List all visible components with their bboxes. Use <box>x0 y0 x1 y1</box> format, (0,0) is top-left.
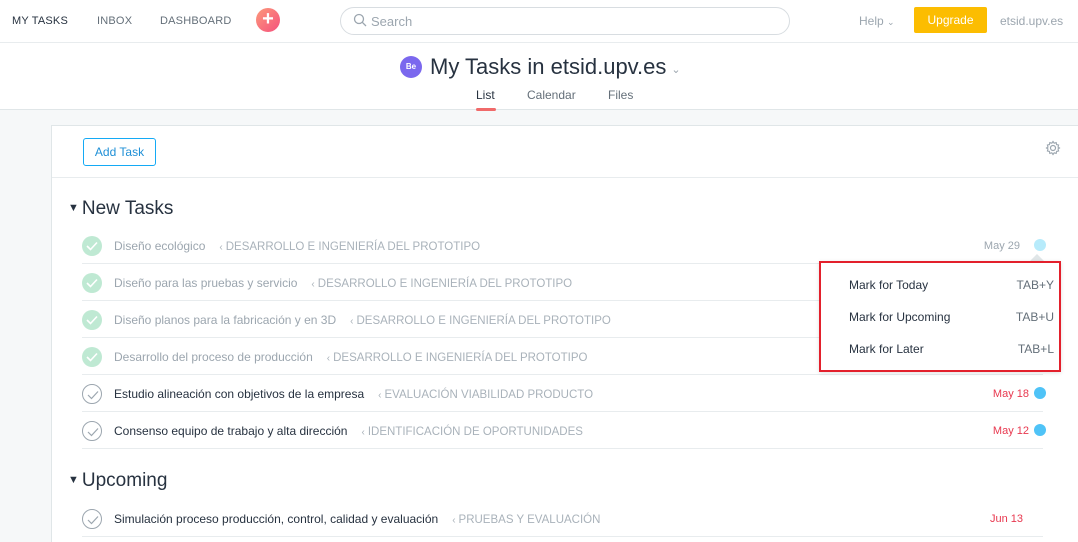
gear-icon[interactable] <box>1045 140 1063 158</box>
check-icon[interactable] <box>82 421 102 441</box>
task-title: Diseño para las pruebas y servicio ‹ DESAR… <box>114 276 572 290</box>
search-bar[interactable] <box>340 7 790 35</box>
task-row[interactable]: Simulación proceso producción, control, … <box>82 501 1043 537</box>
task-name: Consenso equipo de trabajo y alta direcc… <box>114 424 348 438</box>
task-project-label: DESARROLLO E INGENIERÍA DEL PROTOTIPO <box>225 241 481 253</box>
task-name: Diseño ecológico <box>114 239 206 253</box>
nav-inbox[interactable]: INBOX <box>97 15 132 27</box>
task-project[interactable]: ‹ DESARROLLO E INGENIERÍA DEL PROTOTIPO <box>327 352 588 364</box>
task-project-label: DESARROLLO E INGENIERÍA DEL PROTOTIPO <box>333 352 588 364</box>
plus-icon: + <box>262 8 274 30</box>
triangle-down-icon: ▼ <box>68 474 79 486</box>
chevron-down-icon: ⌄ <box>887 17 895 27</box>
task-title: Diseño ecológico ‹ DESARROLLO E INGENIERÍA… <box>114 239 480 253</box>
task-title: Consenso equipo de trabajo y alta direcc… <box>114 424 583 438</box>
nav-my-tasks[interactable]: MY TASKS <box>12 15 68 27</box>
triangle-down-icon: ▼ <box>68 202 79 214</box>
task-title: Diseño planos para la fabricación y en 3… <box>114 313 611 327</box>
tab-calendar[interactable]: Calendar <box>527 88 576 102</box>
task-project-label: PRUEBAS Y EVALUACIÓN <box>458 514 601 526</box>
shortcut-hint: TAB+L <box>1017 342 1054 356</box>
task-project-label: IDENTIFICACIÓN DE OPORTUNIDADES <box>367 426 583 438</box>
task-project-label: DESARROLLO E INGENIERÍA DEL PROTOTIPO <box>356 315 611 327</box>
page-title: My Tasks in etsid.upv.es <box>430 54 667 79</box>
task-project[interactable]: ‹ DESARROLLO E INGENIERÍA DEL PROTOTIPO <box>350 315 611 327</box>
menu-item-mark-today[interactable]: Mark for Today TAB+Y <box>849 278 1054 298</box>
task-row[interactable]: Consenso equipo de trabajo y alta direcc… <box>82 413 1046 449</box>
task-toolbar: Add Task <box>52 126 1078 178</box>
search-icon <box>353 13 367 30</box>
task-row[interactable]: Estudio alineación con objetivos de la e… <box>82 376 1046 412</box>
check-icon[interactable] <box>82 273 102 293</box>
task-project-label: DESARROLLO E INGENIERÍA DEL PROTOTIPO <box>317 278 573 290</box>
check-icon[interactable] <box>82 384 102 404</box>
task-project[interactable]: ‹ DESARROLLO E INGENIERÍA DEL PROTOTIPO <box>311 278 572 290</box>
menu-item-label: Mark for Later <box>849 342 924 356</box>
assignee-dot[interactable] <box>1034 387 1046 399</box>
task-name: Estudio alineación con objetivos de la e… <box>114 387 365 401</box>
task-name: Desarrollo del proceso de producción <box>114 350 313 364</box>
task-title: Simulación proceso producción, control, … <box>114 512 600 526</box>
chevron-down-icon[interactable]: ⌄ <box>671 63 680 76</box>
section-header-upcoming[interactable]: ▼ Upcoming <box>68 470 167 492</box>
top-bar: MY TASKS INBOX DASHBOARD + Help ⌄ Upgrad… <box>0 0 1078 42</box>
check-icon[interactable] <box>82 236 102 256</box>
help-menu[interactable]: Help ⌄ <box>859 14 895 28</box>
due-date[interactable]: May 18 <box>969 388 1029 400</box>
page-title-group[interactable]: Be My Tasks in etsid.upv.es ⌄ <box>400 54 681 80</box>
task-project[interactable]: ‹ DESARROLLO E INGENIERÍA DEL PROTOTIPO <box>219 241 480 253</box>
task-row[interactable]: Diseño ecológico ‹ DESARROLLO E INGENIERÍA… <box>82 228 1046 264</box>
task-name: Diseño planos para la fabricación y en 3… <box>114 313 337 327</box>
due-date[interactable]: Jun 13 <box>963 513 1023 525</box>
help-label: Help <box>859 14 884 28</box>
add-task-button[interactable]: Add Task <box>83 138 156 166</box>
section-title: New Tasks <box>81 198 174 219</box>
org-switcher[interactable]: etsid.upv.es <box>1000 14 1063 28</box>
task-project[interactable]: ‹ IDENTIFICACIÓN DE OPORTUNIDADES <box>361 426 582 438</box>
check-icon[interactable] <box>82 347 102 367</box>
task-title: Estudio alineación con objetivos de la e… <box>114 387 593 401</box>
shortcut-hint: TAB+U <box>1015 310 1054 324</box>
popover-arrow <box>1030 254 1044 261</box>
task-project-label: EVALUACIÓN VIABILIDAD PRODUCTO <box>384 389 594 401</box>
section-header-new-tasks[interactable]: ▼ New Tasks <box>68 198 173 220</box>
nav-dashboard[interactable]: DASHBOARD <box>160 15 231 27</box>
section-title: Upcoming <box>81 470 168 491</box>
check-icon[interactable] <box>82 310 102 330</box>
assignee-dot[interactable] <box>1034 239 1046 251</box>
search-input[interactable] <box>371 12 771 30</box>
upgrade-button[interactable]: Upgrade <box>914 7 987 33</box>
task-project[interactable]: ‹ PRUEBAS Y EVALUACIÓN <box>452 514 600 526</box>
tab-files[interactable]: Files <box>608 88 633 102</box>
quick-add-button[interactable]: + <box>256 8 280 32</box>
shortcut-hint: TAB+Y <box>1016 278 1054 292</box>
due-date[interactable]: May 12 <box>969 425 1029 437</box>
tab-list[interactable]: List <box>476 88 495 102</box>
page-header: Be My Tasks in etsid.upv.es ⌄ List Calen… <box>0 42 1078 111</box>
assignee-dot[interactable] <box>1034 424 1046 436</box>
avatar: Be <box>400 56 422 78</box>
mark-for-popover: Mark for Today TAB+Y Mark for Upcoming T… <box>819 261 1061 372</box>
task-project[interactable]: ‹ EVALUACIÓN VIABILIDAD PRODUCTO <box>378 389 593 401</box>
task-name: Simulación proceso producción, control, … <box>114 512 439 526</box>
menu-item-label: Mark for Upcoming <box>849 310 951 324</box>
task-name: Diseño para las pruebas y servicio <box>114 276 298 290</box>
menu-item-mark-later[interactable]: Mark for Later TAB+L <box>849 342 1054 362</box>
check-icon[interactable] <box>82 509 102 529</box>
menu-item-mark-upcoming[interactable]: Mark for Upcoming TAB+U <box>849 310 1054 330</box>
task-title: Desarrollo del proceso de producción ‹ DES… <box>114 350 587 364</box>
menu-item-label: Mark for Today <box>849 278 929 292</box>
active-tab-indicator <box>476 108 496 111</box>
due-date[interactable]: May 29 <box>960 240 1020 252</box>
